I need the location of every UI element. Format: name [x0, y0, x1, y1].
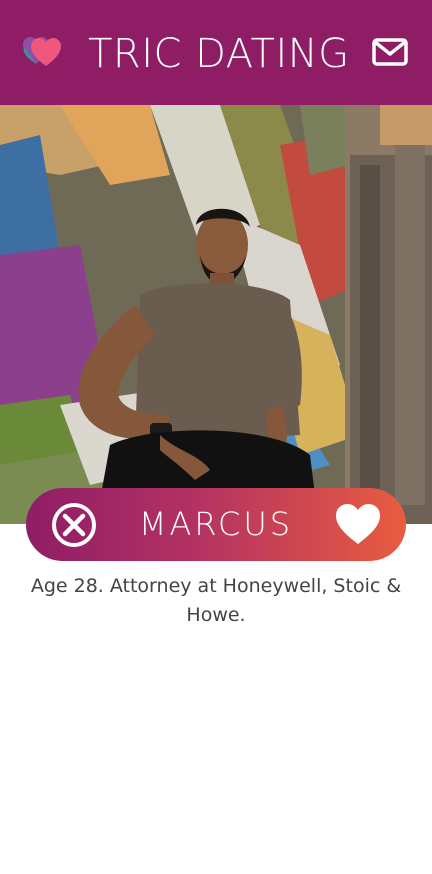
profile-name: MARCUS — [138, 505, 294, 543]
hearts-logo-icon — [23, 37, 61, 66]
profile-name-bar: MARCUS — [26, 488, 406, 561]
heart-icon[interactable] — [334, 502, 382, 546]
app-title: TRIC DATING — [88, 31, 350, 77]
profile-photo — [0, 105, 432, 524]
close-circle-icon[interactable] — [50, 501, 98, 549]
app-header: TRIC DATING — [0, 0, 432, 105]
profile-bio: Age 28. Attorney at Honeywell, Stoic & H… — [30, 575, 402, 626]
envelope-icon[interactable] — [370, 36, 410, 70]
